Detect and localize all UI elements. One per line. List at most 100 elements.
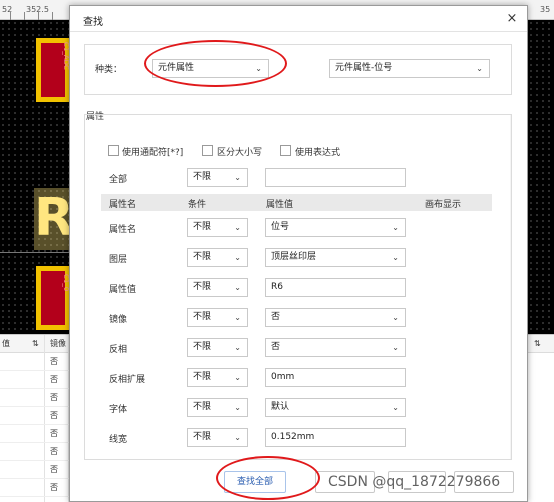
table-cell: 否 [50, 357, 58, 366]
expression-label: 使用表达式 [295, 148, 341, 158]
properties-table-header: 属性名 条件 属性值 画布显示 [101, 194, 492, 211]
table-row[interactable]: 否 [0, 371, 70, 389]
property-row: 镜像 不限 ⌄ 否 ⌄ [85, 306, 505, 330]
property-row: 线宽 不限 ⌄ 0.152mm [85, 426, 505, 450]
guide-line [0, 252, 70, 253]
row-value-text: 否 [271, 342, 281, 352]
row-value-select[interactable]: 否 ⌄ [265, 338, 406, 357]
chevron-down-icon: ⌄ [234, 343, 241, 352]
scrollbar-thumb[interactable] [511, 129, 512, 344]
row-name: 图层 [109, 255, 128, 265]
all-label: 全部 [109, 175, 128, 185]
row-condition-select[interactable]: 不限 ⌄ [187, 428, 248, 447]
type-select-value: 元件属性 [158, 63, 195, 73]
table-cell: 否 [50, 483, 58, 492]
table-header: ⇅ [528, 335, 554, 353]
type-select[interactable]: 元件属性 ⌄ [152, 59, 269, 78]
properties-group: 使用通配符[*?] 区分大小写 使用表达式 全部 不限 ⌄ 属性名 条件 属性值… [84, 114, 512, 460]
row-condition-value: 不限 [193, 372, 212, 382]
table-cell: 否 [50, 393, 58, 402]
case-sensitive-checkbox[interactable] [202, 145, 213, 156]
row-condition-select[interactable]: 不限 ⌄ [187, 338, 248, 357]
row-value-text: R6 [271, 282, 283, 292]
property-row: 属性值 不限 ⌄ R6 [85, 276, 505, 300]
row-name: 属性值 [109, 285, 137, 295]
all-condition-select[interactable]: 不限 ⌄ [187, 168, 248, 187]
row-value-text: 默认 [271, 402, 290, 412]
table-row[interactable]: 否 [0, 425, 70, 443]
chevron-down-icon: ⌄ [234, 433, 241, 442]
row-value-input[interactable]: 0mm [265, 368, 406, 387]
chevron-down-icon: ⌄ [234, 373, 241, 382]
header-condition: 条件 [188, 200, 207, 210]
table-row[interactable]: 否 [0, 389, 70, 407]
ruler-tick [24, 12, 25, 20]
property-row: 图层 不限 ⌄ 顶层丝印层 ⌄ [85, 246, 505, 270]
sort-icon[interactable]: ⇅ [534, 335, 541, 353]
chevron-down-icon: ⌄ [234, 173, 241, 182]
chevron-down-icon: ⌄ [234, 223, 241, 232]
find-all-button[interactable]: 查找全部 [224, 471, 286, 493]
subtype-select-value: 元件属性-位号 [335, 63, 393, 73]
table-cell: 否 [50, 411, 58, 420]
type-group: 种类： 元件属性 ⌄ 元件属性-位号 ⌄ [84, 44, 512, 95]
chevron-down-icon: ⌄ [392, 343, 399, 352]
row-condition-value: 不限 [193, 342, 212, 352]
property-row: 字体 不限 ⌄ 默认 ⌄ [85, 396, 505, 420]
row-condition-select[interactable]: 不限 ⌄ [187, 248, 248, 267]
row-condition-value: 不限 [193, 282, 212, 292]
row-condition-select[interactable]: 不限 ⌄ [187, 218, 248, 237]
row-name: 反相扩展 [109, 375, 146, 385]
dialog-titlebar[interactable]: 查找 × [70, 6, 527, 32]
row-condition-value: 不限 [193, 402, 212, 412]
find-dialog: 查找 × 种类： 元件属性 ⌄ 元件属性-位号 ⌄ 属性 使用通配符[*?] 区… [69, 5, 528, 502]
close-icon[interactable]: × [503, 10, 521, 28]
chevron-down-icon: ⌄ [392, 253, 399, 262]
row-value-select[interactable]: 位号 ⌄ [265, 218, 406, 237]
sort-icon[interactable]: ⇅ [32, 335, 39, 353]
ruler-tick [52, 12, 53, 20]
table-row[interactable]: 否 [0, 407, 70, 425]
row-value-select[interactable]: 否 ⌄ [265, 308, 406, 327]
row-value-text: 0mm [271, 372, 295, 382]
table-row[interactable]: 否 [0, 353, 70, 371]
chevron-down-icon: ⌄ [234, 403, 241, 412]
chevron-down-icon: ⌄ [234, 283, 241, 292]
column-header: 镜像 [50, 339, 66, 348]
chevron-down-icon: ⌄ [234, 253, 241, 262]
chevron-down-icon: ⌄ [392, 223, 399, 232]
ruler-tick [38, 12, 39, 20]
chevron-down-icon: ⌄ [255, 64, 262, 73]
chevron-down-icon: ⌄ [476, 64, 483, 73]
all-value-input[interactable] [265, 168, 406, 187]
silkscreen-designator[interactable]: R [34, 188, 70, 250]
row-name: 属性名 [109, 225, 137, 235]
wildcard-checkbox[interactable] [108, 145, 119, 156]
ruler-label: 35 [540, 5, 551, 14]
table-cell: 否 [50, 429, 58, 438]
table-cell: 否 [50, 447, 58, 456]
header-value: 属性值 [266, 200, 294, 210]
row-value-input[interactable]: R6 [265, 278, 406, 297]
subtype-select[interactable]: 元件属性-位号 ⌄ [329, 59, 490, 78]
row-value-select[interactable]: 默认 ⌄ [265, 398, 406, 417]
row-condition-select[interactable]: 不限 ⌄ [187, 308, 248, 327]
table-header: 值 ⇅ 镜像 [0, 335, 70, 353]
row-value-text: 0.152mm [271, 432, 315, 442]
column-header: 值 [2, 339, 10, 348]
case-sensitive-label: 区分大小写 [217, 148, 263, 158]
chevron-down-icon: ⌄ [234, 313, 241, 322]
row-name: 反相 [109, 345, 128, 355]
row-value-select[interactable]: 顶层丝印层 ⌄ [265, 248, 406, 267]
row-condition-value: 不限 [193, 312, 212, 322]
row-condition-select[interactable]: 不限 ⌄ [187, 278, 248, 297]
row-name: 字体 [109, 405, 128, 415]
row-condition-select[interactable]: 不限 ⌄ [187, 398, 248, 417]
row-condition-select[interactable]: 不限 ⌄ [187, 368, 248, 387]
chevron-down-icon: ⌄ [392, 313, 399, 322]
table-row[interactable]: 否 [0, 479, 70, 497]
row-value-input[interactable]: 0.152mm [265, 428, 406, 447]
table-row[interactable]: 否 [0, 461, 70, 479]
expression-checkbox[interactable] [280, 145, 291, 156]
table-row[interactable]: 否 [0, 443, 70, 461]
